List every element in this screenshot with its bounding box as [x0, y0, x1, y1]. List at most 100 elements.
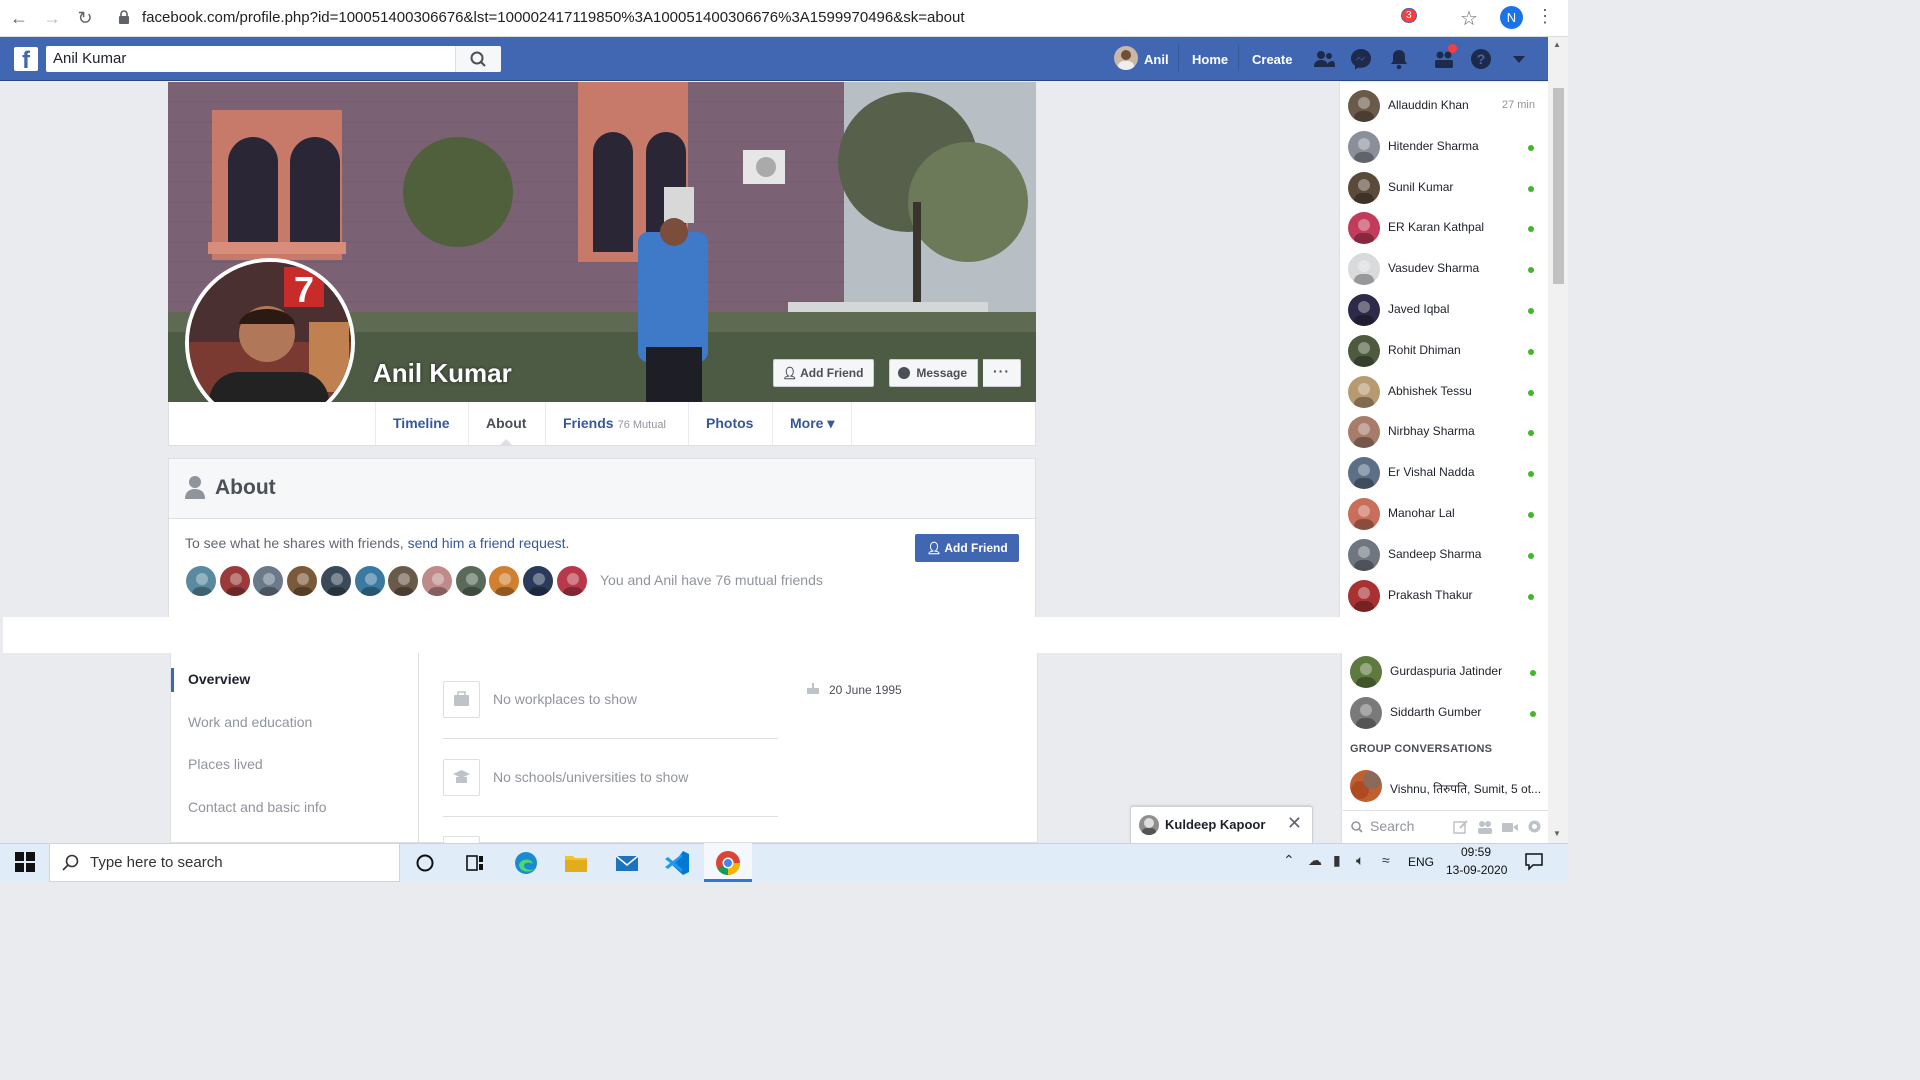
chat-contact[interactable]: Sunil Kumar [1348, 171, 1538, 208]
cortana-icon[interactable] [410, 848, 440, 878]
taskbar-search[interactable]: Type here to search [49, 843, 400, 882]
language-indicator[interactable]: ENG [1408, 855, 1434, 869]
mutual-friend-avatar[interactable] [454, 565, 487, 597]
chat-contact-name: Kuldeep Kapoor [1165, 817, 1266, 832]
nav-overview[interactable]: Overview [188, 671, 250, 687]
bookmark-star-icon[interactable]: ☆ [1460, 6, 1478, 31]
volume-icon[interactable]: 🔈︎ [1356, 852, 1364, 869]
mutual-friend-avatar[interactable] [522, 565, 554, 597]
find-friends-icon[interactable] [1313, 48, 1335, 70]
video-call-icon[interactable] [1501, 819, 1519, 835]
browser-menu-icon[interactable]: ⋮ [1536, 6, 1554, 27]
mutual-friend-avatar[interactable] [420, 565, 453, 597]
profile-name[interactable]: Anil Kumar [373, 358, 512, 389]
chat-contact[interactable]: Abhishek Tessu [1348, 375, 1538, 412]
tab-timeline[interactable]: Timeline [375, 402, 467, 445]
scrollbar-thumb[interactable] [1553, 88, 1564, 284]
mutual-friend-avatar[interactable] [286, 565, 319, 597]
address-bar[interactable]: facebook.com/profile.php?id=100051400306… [142, 9, 965, 26]
profile-tabs: Timeline About Friends 76 Mutual Photos M… [168, 402, 1036, 446]
open-chat-tab[interactable]: Kuldeep Kapoor ✕ [1130, 806, 1313, 843]
create-link[interactable]: Create [1252, 52, 1292, 67]
nav-contact-info[interactable]: Contact and basic info [188, 799, 327, 815]
contact-name: ER Karan Kathpal [1388, 220, 1485, 235]
back-icon[interactable]: ← [8, 8, 30, 28]
battery-icon[interactable]: ▮ [1333, 852, 1341, 869]
chat-contact[interactable]: Rohit Dhiman [1348, 334, 1538, 371]
vscode-icon[interactable] [662, 848, 692, 878]
add-friend-button[interactable]: 👤︎ Add Friend [773, 359, 875, 387]
tab-friends[interactable]: Friends 76 Mutual [545, 402, 683, 445]
close-chat-icon[interactable]: ✕ [1287, 813, 1302, 834]
chat-contact[interactable]: Sandeep Sharma [1348, 538, 1538, 575]
scroll-down-arrow[interactable]: ▼ [1553, 829, 1561, 838]
mutual-friends-text[interactable]: You and Anil have 76 mutual friends [600, 572, 823, 588]
chat-contact[interactable]: Javed Iqbal [1348, 294, 1538, 330]
windows-start-icon[interactable] [15, 852, 35, 872]
browser-profile-avatar[interactable]: N [1500, 6, 1523, 29]
chat-contact[interactable]: Allauddin Khan 27 min [1348, 90, 1538, 126]
create-group-icon[interactable] [1477, 819, 1493, 835]
tab-more[interactable]: More ▾ [772, 402, 853, 445]
file-explorer-icon[interactable] [561, 848, 591, 878]
facebook-logo-icon[interactable]: f [14, 47, 38, 71]
chat-contact[interactable]: Er Vishal Nadda [1348, 457, 1538, 493]
user-avatar[interactable] [1114, 46, 1138, 70]
chat-contact[interactable]: Gurdaspuria Jatinder [1350, 656, 1540, 692]
search-input[interactable] [53, 50, 453, 67]
mutual-friend-avatar[interactable] [387, 565, 420, 597]
forward-icon[interactable]: → [41, 8, 63, 28]
tab-photos[interactable]: Photos [688, 402, 770, 445]
home-link[interactable]: Home [1192, 52, 1228, 67]
group-conversation[interactable]: Vishnu, तिरुपति, Sumit, 5 ot... [1350, 770, 1541, 806]
online-status-dot [1530, 670, 1536, 676]
chat-contact[interactable]: Siddarth Gumber [1350, 697, 1540, 733]
about-add-friend-button[interactable]: 👤︎ Add Friend [915, 534, 1019, 562]
scroll-up-arrow[interactable]: ▲ [1553, 40, 1561, 49]
clock-date[interactable]: 13-09-2020 [1446, 863, 1507, 877]
mutual-friend-avatar[interactable] [353, 565, 386, 597]
help-icon[interactable]: ? [1470, 48, 1492, 70]
onedrive-icon[interactable]: ☁ [1308, 852, 1322, 869]
mail-icon[interactable] [612, 848, 642, 878]
mutual-friend-avatar[interactable] [185, 565, 217, 597]
account-menu-caret-icon[interactable] [1508, 48, 1530, 70]
search-button[interactable] [455, 46, 501, 72]
task-view-icon[interactable] [460, 848, 490, 878]
chat-contact[interactable]: Manohar Lal [1348, 498, 1538, 534]
add-friend-label: Add Friend [800, 366, 864, 380]
message-button[interactable]: Message [889, 359, 979, 387]
notifications-icon[interactable] [1388, 48, 1410, 70]
reload-icon[interactable]: ↻ [74, 8, 96, 28]
wifi-icon[interactable]: ≈ [1382, 852, 1390, 868]
edge-icon[interactable] [511, 848, 541, 878]
mutual-friend-avatar[interactable] [218, 565, 251, 597]
chat-contact[interactable]: Nirbhay Sharma [1348, 416, 1538, 452]
send-friend-request-link[interactable]: send him a friend request. [408, 535, 570, 551]
clock-time[interactable]: 09:59 [1461, 845, 1491, 859]
contact-avatar [1348, 294, 1380, 326]
friend-request-prompt: To see what he shares with friends, send… [185, 535, 570, 551]
new-message-icon[interactable] [1453, 819, 1469, 835]
mutual-friend-avatar[interactable] [319, 565, 352, 597]
online-status-dot [1528, 512, 1534, 518]
contact-name: Gurdaspuria Jatinder [1390, 664, 1503, 678]
user-name-link[interactable]: Anil [1144, 52, 1169, 67]
chat-contact[interactable]: Vasudev Sharma [1348, 253, 1538, 289]
nav-places-lived[interactable]: Places lived [188, 756, 263, 772]
chrome-icon[interactable] [713, 848, 743, 878]
chat-settings-gear-icon[interactable] [1526, 818, 1543, 835]
messenger-icon[interactable] [1350, 48, 1372, 70]
chat-contact[interactable]: Prakash Thakur [1348, 579, 1538, 616]
more-options-button[interactable]: ··· [983, 359, 1021, 387]
show-hidden-icons[interactable]: ⌃ [1283, 852, 1295, 869]
action-center-icon[interactable] [1524, 851, 1544, 871]
chat-search-bar[interactable]: Search [1343, 810, 1548, 841]
chat-contact[interactable]: Hitender Sharma [1348, 130, 1538, 167]
contact-avatar [1348, 334, 1380, 367]
nav-work-education[interactable]: Work and education [188, 714, 312, 730]
taskbar-search-input[interactable]: Type here to search [90, 854, 223, 871]
mutual-friend-avatar[interactable] [555, 565, 588, 597]
chat-contact[interactable]: ER Karan Kathpal [1348, 212, 1538, 248]
chat-search-input[interactable]: Search [1370, 818, 1414, 834]
